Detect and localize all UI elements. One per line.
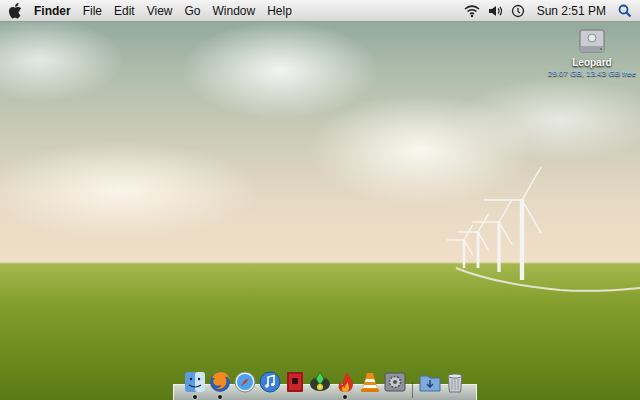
road: [456, 268, 640, 291]
dock-item[interactable]: [418, 370, 442, 400]
running-indicator: [343, 395, 347, 399]
volume-icon[interactable]: [488, 4, 503, 18]
running-indicator: [218, 395, 222, 399]
desktop-icon-label: Leopard: [572, 57, 611, 68]
dock-item[interactable]: [358, 370, 382, 400]
wind-turbine: [457, 214, 488, 268]
menu-item[interactable]: Edit: [108, 4, 141, 18]
dock-item[interactable]: [333, 370, 357, 400]
dock-item[interactable]: [383, 370, 407, 400]
desktop-icon[interactable]: Leopard 29.07 GB, 13.43 GB free: [548, 26, 636, 78]
hard-drive-icon: [577, 26, 607, 56]
menu-item[interactable]: View: [141, 4, 179, 18]
apple-icon[interactable]: [8, 3, 22, 19]
dock-item[interactable]: [443, 370, 467, 400]
trash-icon: [443, 370, 467, 394]
finder-icon: [183, 370, 207, 394]
desktop: Finder FileEditViewGoWindowHelp Sun 2:51…: [0, 0, 640, 400]
spotlight-icon[interactable]: [618, 4, 632, 18]
safari-icon: [233, 370, 257, 394]
dock-item[interactable]: [308, 370, 332, 400]
running-indicator: [193, 395, 197, 399]
menu-item[interactable]: Window: [207, 4, 262, 18]
menu-item[interactable]: File: [77, 4, 108, 18]
dock-item[interactable]: [183, 370, 207, 400]
menu-item[interactable]: Go: [179, 4, 207, 18]
itunes-icon: [258, 370, 282, 394]
firefox-icon: [208, 370, 232, 394]
preferences-icon: [383, 370, 407, 394]
vlc-icon: [358, 370, 382, 394]
desktop-icon-info: 29.07 GB, 13.43 GB free: [548, 69, 636, 78]
downloads-icon: [418, 370, 442, 394]
dock-item[interactable]: [208, 370, 232, 400]
dock: [173, 370, 477, 400]
dock-item[interactable]: [233, 370, 257, 400]
dock-item[interactable]: [283, 370, 307, 400]
clock[interactable]: Sun 2:51 PM: [537, 4, 606, 18]
menu-item[interactable]: Help: [261, 4, 298, 18]
wind-turbine: [484, 167, 541, 280]
photobooth-icon: [283, 370, 307, 394]
wifi-icon[interactable]: [464, 4, 480, 18]
app-menu[interactable]: Finder: [28, 4, 77, 18]
wind-turbine: [447, 225, 473, 268]
sims-icon: [308, 370, 332, 394]
flame-icon: [333, 370, 357, 394]
workspace: Leopard 29.07 GB, 13.43 GB free: [0, 22, 640, 400]
wind-turbine: [472, 199, 512, 272]
menu-bar: Finder FileEditViewGoWindowHelp Sun 2:51…: [0, 0, 640, 22]
time-machine-icon[interactable]: [511, 4, 525, 18]
dock-separator: [412, 382, 413, 398]
wallpaper: [0, 0, 640, 400]
dock-item[interactable]: [258, 370, 282, 400]
